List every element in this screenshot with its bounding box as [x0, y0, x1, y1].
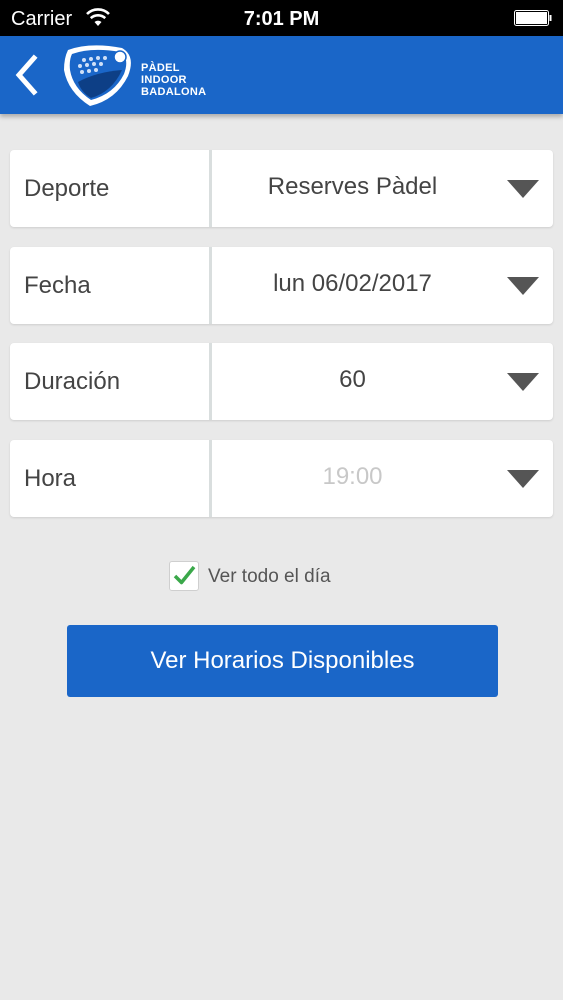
field-value: lun 06/02/2017	[273, 270, 432, 297]
battery-icon	[514, 10, 552, 26]
checkbox-label: Ver todo el día	[208, 566, 331, 587]
padel-racket-logo-icon	[64, 45, 131, 106]
logo-text: PÀDEL INDOOR BADALONA	[141, 62, 206, 98]
club-logo: PÀDEL INDOOR BADALONA	[60, 42, 220, 108]
back-button[interactable]	[12, 54, 42, 96]
triangle-down-icon[interactable]	[507, 277, 539, 295]
field-label: Duración	[24, 368, 121, 395]
checkmark-icon	[173, 565, 196, 585]
field-value: 19:00	[322, 463, 383, 490]
field-label: Deporte	[24, 175, 110, 202]
chevron-left-icon	[15, 54, 38, 96]
duracion-select[interactable]: Duración 60	[10, 343, 553, 420]
triangle-down-icon[interactable]	[507, 180, 539, 198]
triangle-down-icon[interactable]	[507, 470, 539, 488]
deporte-select[interactable]: Deporte Reserves Pàdel	[10, 150, 553, 227]
field-value: 60	[339, 366, 366, 393]
field-value: Reserves Pàdel	[267, 173, 438, 200]
clock: 7:01 PM	[243, 8, 320, 30]
triangle-down-icon[interactable]	[507, 373, 539, 391]
hora-select[interactable]: Hora 19:00	[10, 440, 553, 517]
ver-horarios-button[interactable]: Ver Horarios Disponibles	[67, 625, 498, 697]
logo-line: BADALONA	[141, 86, 207, 98]
field-label: Fecha	[24, 272, 91, 299]
logo-line: PÀDEL	[141, 62, 180, 74]
logo-line: INDOOR	[141, 74, 187, 86]
checkbox[interactable]	[169, 561, 199, 591]
fecha-select[interactable]: Fecha lun 06/02/2017	[10, 247, 553, 324]
field-label: Hora	[24, 465, 77, 492]
app-header: PÀDEL INDOOR BADALONA	[0, 36, 563, 114]
status-bar: Carrier 7:01 PM	[0, 0, 563, 36]
